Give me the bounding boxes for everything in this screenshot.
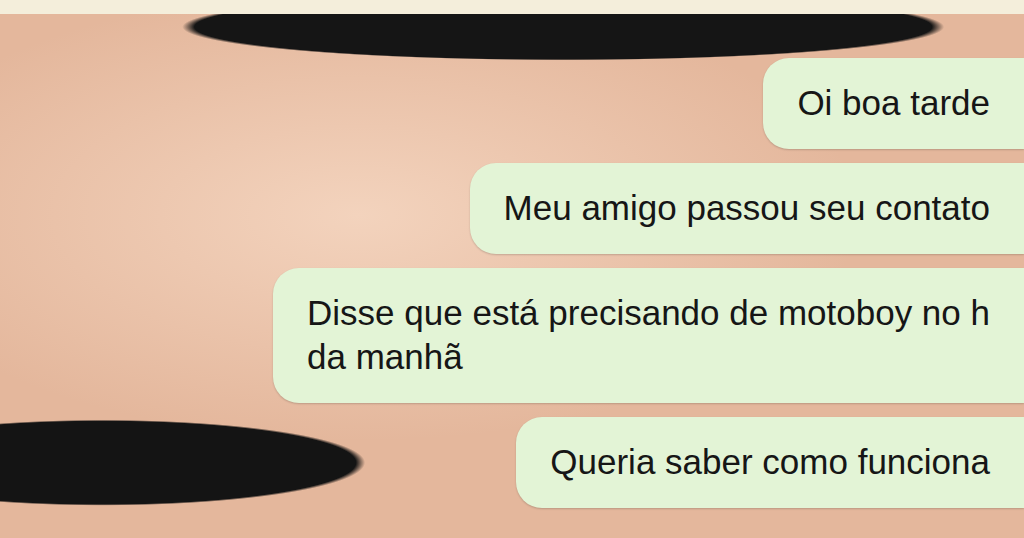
message-text: Meu amigo passou seu contato [504, 186, 990, 231]
message-row: Queria saber como funciona [0, 417, 1024, 508]
message-bubble[interactable]: Meu amigo passou seu contato [470, 163, 1024, 254]
message-bubble[interactable]: Oi boa tarde [763, 58, 1024, 149]
message-bubble[interactable]: Queria saber como funciona [516, 417, 1024, 508]
message-text: da manhã [307, 335, 990, 380]
message-row: Meu amigo passou seu contato [0, 163, 1024, 254]
message-list: Oi boa tarde Meu amigo passou seu contato… [0, 0, 1024, 508]
chat-screen: Oi boa tarde Meu amigo passou seu contato… [0, 0, 1024, 538]
message-text: Oi boa tarde [797, 81, 990, 126]
message-text: Queria saber como funciona [550, 440, 990, 485]
message-bubble[interactable]: Disse que está precisando de motoboy no … [273, 268, 1024, 404]
message-row: Disse que está precisando de motoboy no … [0, 268, 1024, 404]
message-text: Disse que está precisando de motoboy no … [307, 291, 990, 336]
message-row: Oi boa tarde [0, 58, 1024, 149]
